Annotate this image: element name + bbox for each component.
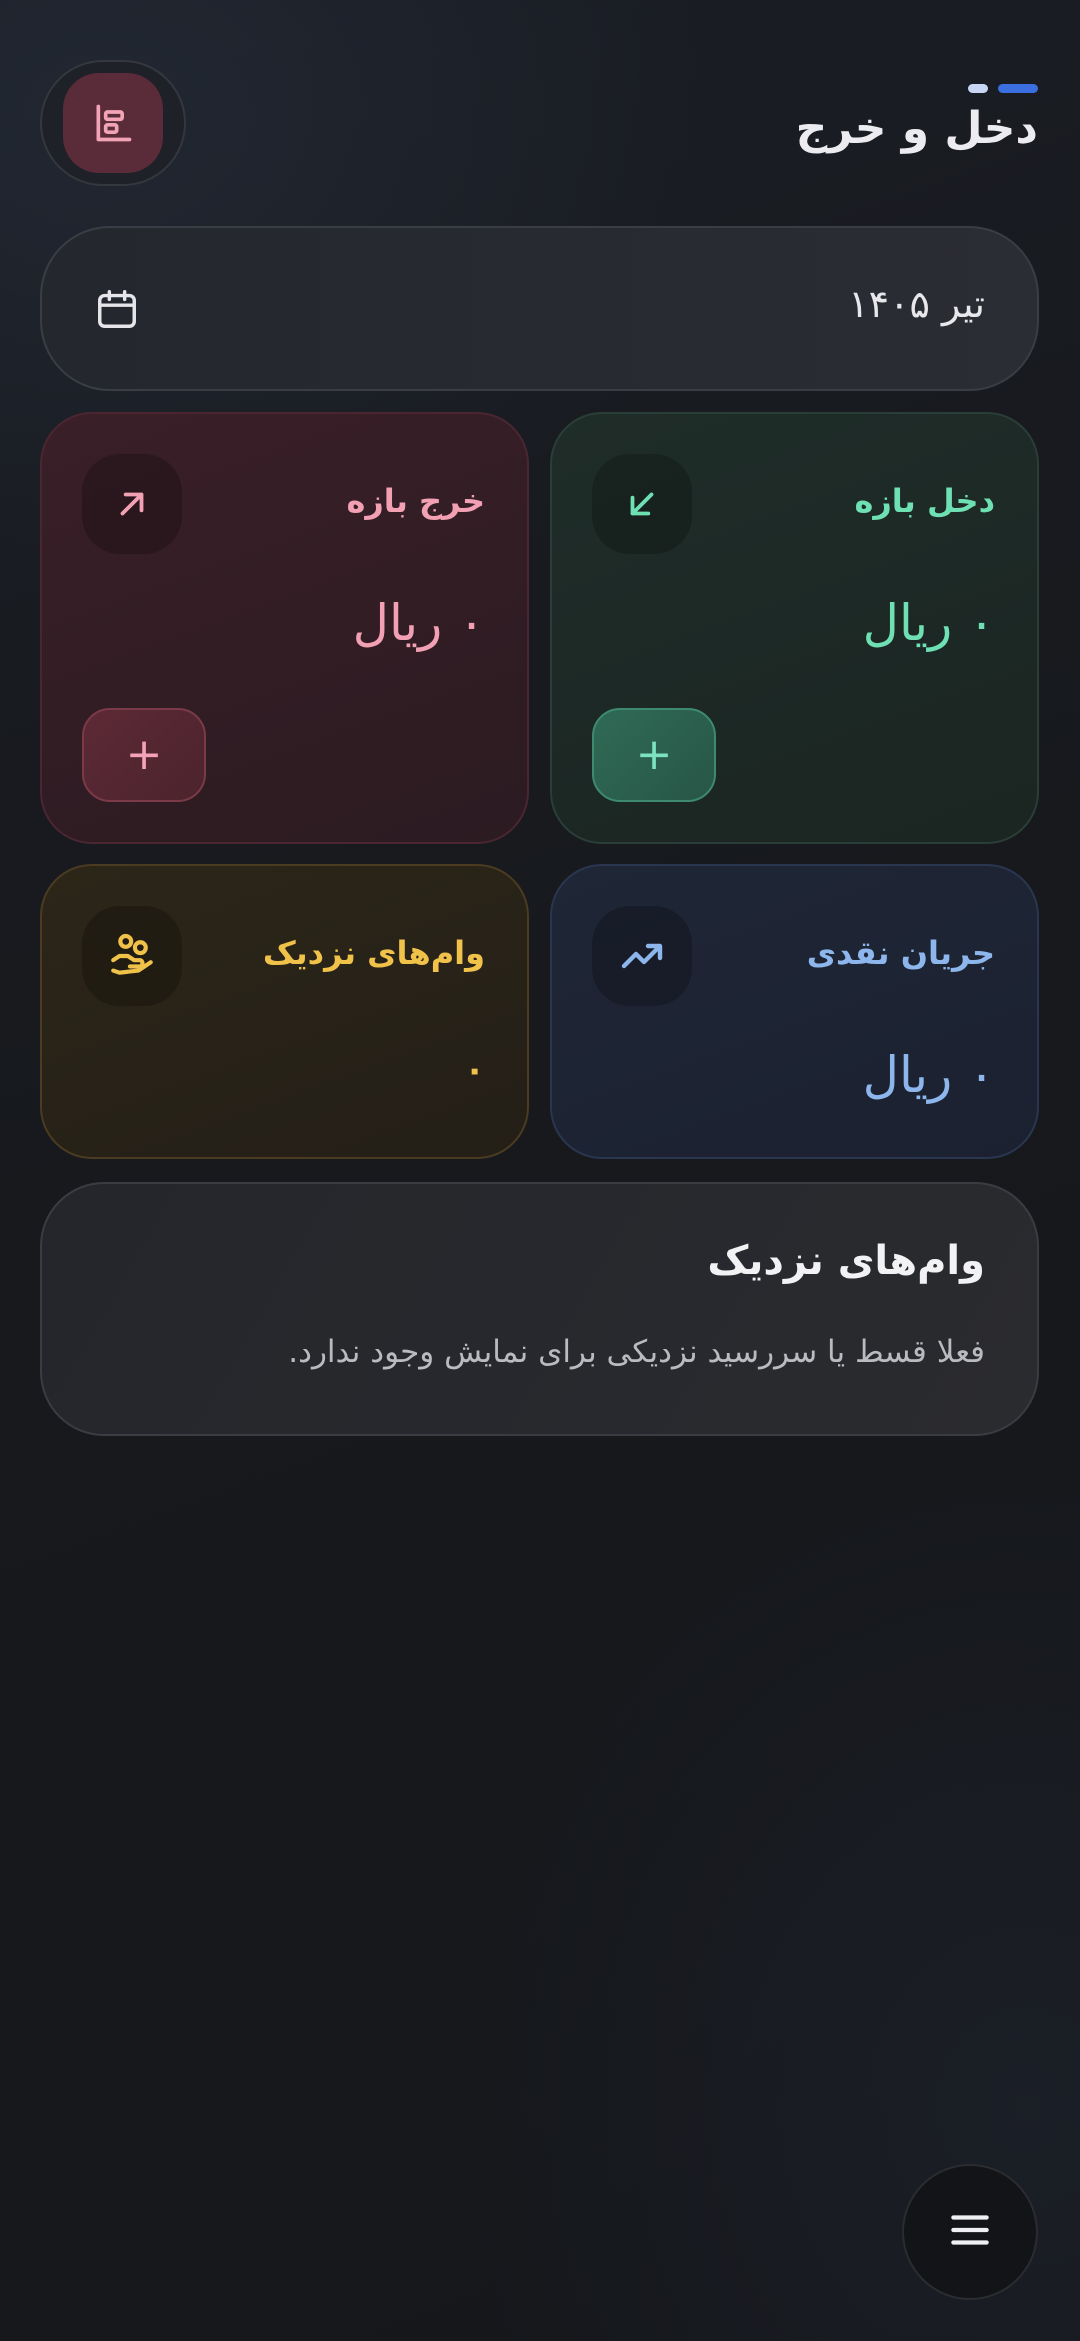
- near-loans-card-label: وام‌های نزدیک: [262, 934, 485, 972]
- near-loans-card[interactable]: وام‌های نزدیک ۰: [40, 864, 529, 1159]
- near-loans-empty-text: فعلا قسط یا سررسید نزدیکی برای نمایش وجو…: [288, 1334, 985, 1370]
- add-income-button[interactable]: +: [592, 708, 716, 802]
- plus-icon: +: [125, 729, 163, 780]
- report-button[interactable]: [40, 60, 186, 186]
- trending-up-icon: [592, 906, 692, 1006]
- near-loans-panel: وام‌های نزدیک فعلا قسط یا سررسید نزدیکی …: [40, 1182, 1039, 1436]
- date-range-label: تیر ۱۴۰۵: [848, 282, 985, 326]
- app-screen: دخل و خرج تیر ۱۴۰۵ دخل بازه ۰ ریال + خرج…: [0, 0, 1080, 2341]
- expense-card[interactable]: خرج بازه ۰ ریال +: [40, 412, 529, 844]
- income-card-label: دخل بازه: [854, 482, 995, 520]
- cashflow-amount: ۰ ریال: [862, 1046, 995, 1104]
- expense-card-label: خرج بازه: [346, 482, 485, 520]
- cashflow-card[interactable]: جریان نقدی ۰ ریال: [550, 864, 1039, 1159]
- menu-icon: [945, 2205, 995, 2259]
- header: دخل و خرج: [796, 84, 1038, 154]
- indicator-dot: [968, 84, 988, 93]
- hand-coins-icon: [82, 906, 182, 1006]
- near-loans-panel-title: وام‌های نزدیک: [707, 1238, 985, 1284]
- report-icon: [63, 73, 163, 173]
- page-title: دخل و خرج: [795, 103, 1038, 154]
- arrow-up-right-icon: [82, 454, 182, 554]
- arrow-down-left-icon: [592, 454, 692, 554]
- plus-icon: +: [635, 729, 673, 780]
- date-range-selector[interactable]: تیر ۱۴۰۵: [40, 226, 1039, 391]
- calendar-icon: [94, 286, 140, 332]
- income-card[interactable]: دخل بازه ۰ ریال +: [550, 412, 1039, 844]
- cashflow-card-label: جریان نقدی: [806, 934, 995, 972]
- expense-amount: ۰ ریال: [352, 594, 485, 652]
- income-amount: ۰ ریال: [862, 594, 995, 652]
- menu-button[interactable]: [902, 2164, 1038, 2300]
- header-indicator: [966, 84, 1038, 94]
- near-loans-count: ۰: [464, 1050, 485, 1090]
- indicator-dot-active: [998, 84, 1038, 93]
- add-expense-button[interactable]: +: [82, 708, 206, 802]
